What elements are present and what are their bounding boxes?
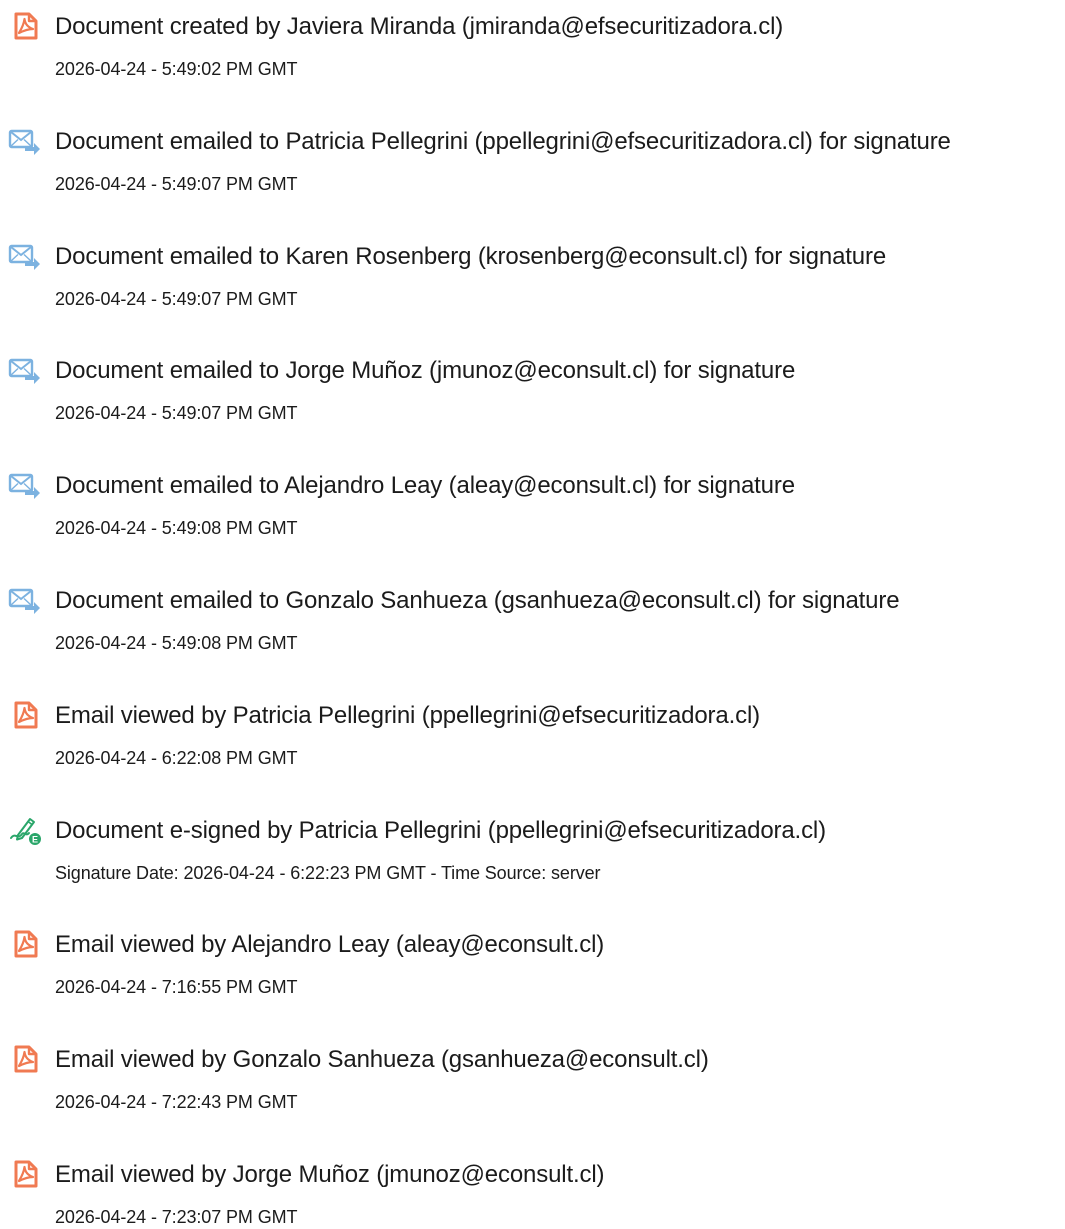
email-sent-icon	[8, 125, 42, 157]
event-description: Document emailed to Patricia Pellegrini …	[55, 127, 951, 155]
email-sent-icon	[8, 240, 42, 272]
event-description: Document emailed to Jorge Muñoz (jmunoz@…	[55, 357, 796, 385]
event-timestamp: 2026-04-24 - 7:16:55 PM GMT	[55, 977, 298, 998]
event-timestamp: Signature Date: 2026-04-24 - 6:22:23 PM …	[55, 862, 601, 883]
audit-event-list: Document created by Javiera Miranda (jmi…	[0, 0, 1065, 1227]
audit-event: Document emailed to Jorge Muñoz (jmunoz@…	[0, 344, 1065, 424]
event-timestamp: 2026-04-24 - 5:49:07 PM GMT	[55, 173, 298, 194]
audit-event: Document created by Javiera Miranda (jmi…	[0, 0, 1065, 80]
event-timestamp: 2026-04-24 - 5:49:07 PM GMT	[55, 288, 298, 309]
audit-event: E Document e-signed by Patricia Pellegri…	[0, 804, 1065, 884]
event-timestamp: 2026-04-24 - 5:49:07 PM GMT	[55, 403, 298, 424]
event-timestamp: 2026-04-24 - 5:49:02 PM GMT	[55, 59, 298, 79]
acrobat-document-icon	[8, 928, 42, 960]
event-timestamp: 2026-04-24 - 7:22:43 PM GMT	[55, 1092, 298, 1113]
acrobat-document-icon	[8, 10, 42, 42]
audit-event: Email viewed by Jorge Muñoz (jmunoz@econ…	[0, 1148, 1065, 1228]
acrobat-document-icon	[8, 1043, 42, 1075]
event-description: Email viewed by Alejandro Leay (aleay@ec…	[55, 931, 605, 959]
event-description: Email viewed by Jorge Muñoz (jmunoz@econ…	[55, 1161, 605, 1188]
event-description: Document emailed to Karen Rosenberg (kro…	[55, 242, 887, 270]
acrobat-document-icon	[8, 699, 42, 731]
event-description: Document e-signed by Patricia Pellegrini…	[55, 816, 826, 844]
event-description: Document emailed to Alejandro Leay (alea…	[55, 472, 795, 500]
event-timestamp: 2026-04-24 - 6:22:08 PM GMT	[55, 747, 298, 768]
event-timestamp: 2026-04-24 - 5:49:08 PM GMT	[55, 518, 298, 539]
event-description: Email viewed by Patricia Pellegrini (ppe…	[55, 701, 760, 729]
event-description: Email viewed by Gonzalo Sanhueza (gsanhu…	[55, 1046, 709, 1074]
audit-event: Email viewed by Gonzalo Sanhueza (gsanhu…	[0, 1033, 1065, 1113]
audit-event: Document emailed to Patricia Pellegrini …	[0, 115, 1065, 195]
audit-event: Document emailed to Alejandro Leay (alea…	[0, 459, 1065, 539]
email-sent-icon	[8, 354, 42, 386]
email-sent-icon	[8, 469, 42, 501]
event-description: Document created by Javiera Miranda (jmi…	[55, 13, 784, 40]
audit-event: Document emailed to Gonzalo Sanhueza (gs…	[0, 574, 1065, 654]
e-sign-pen-icon: E	[8, 814, 42, 846]
audit-event: Email viewed by Patricia Pellegrini (ppe…	[0, 689, 1065, 769]
event-timestamp: 2026-04-24 - 5:49:08 PM GMT	[55, 633, 298, 653]
svg-text:E: E	[32, 834, 38, 844]
audit-event: Document emailed to Karen Rosenberg (kro…	[0, 230, 1065, 310]
event-timestamp: 2026-04-24 - 7:23:07 PM GMT	[55, 1207, 298, 1227]
acrobat-document-icon	[8, 1158, 42, 1190]
email-sent-icon	[8, 584, 42, 616]
event-description: Document emailed to Gonzalo Sanhueza (gs…	[55, 587, 900, 614]
audit-event: Email viewed by Alejandro Leay (aleay@ec…	[0, 918, 1065, 998]
